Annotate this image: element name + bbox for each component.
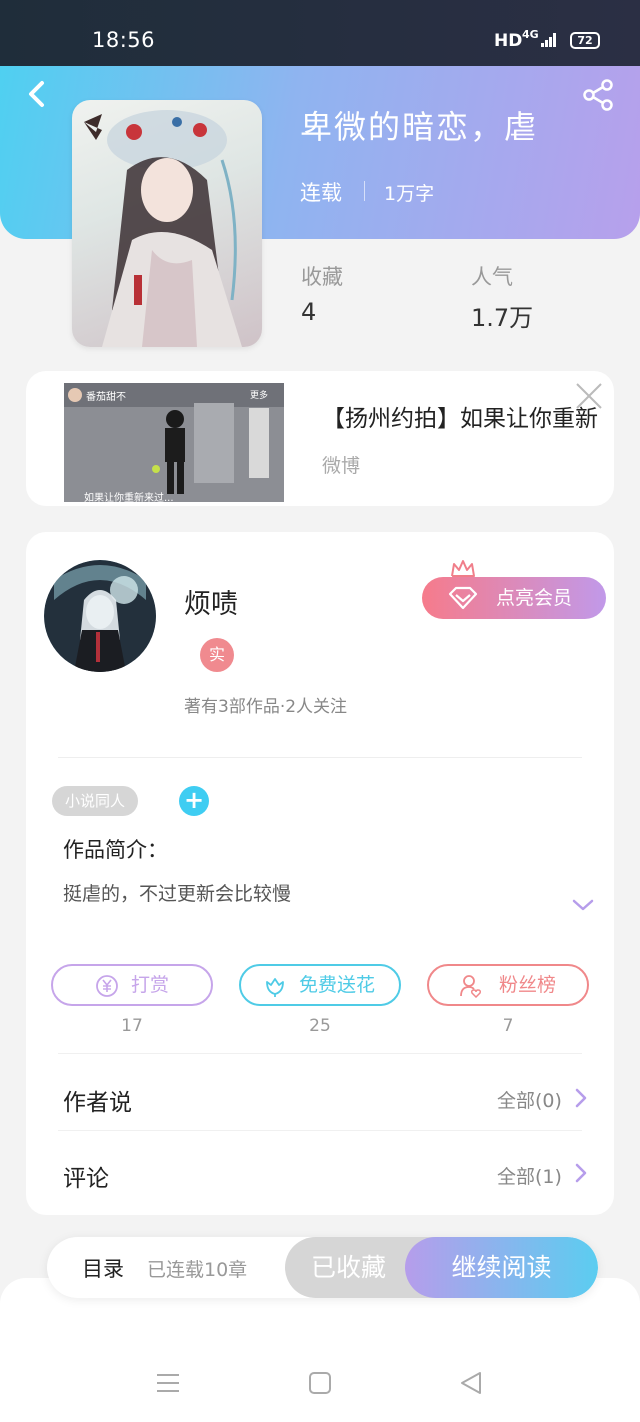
comments-all-link[interactable]: 全部(1)	[497, 1162, 562, 1189]
continue-reading-button[interactable]: 继续阅读	[405, 1237, 598, 1298]
yuan-icon	[96, 975, 118, 997]
share-button[interactable]	[580, 78, 616, 112]
tip-count: 17	[121, 1016, 143, 1036]
flower-count: 25	[309, 1016, 331, 1036]
intro-title: 作品简介：	[63, 838, 168, 862]
tip-button[interactable]: 打赏	[51, 964, 213, 1006]
vip-button-label: 点亮会员	[496, 587, 573, 609]
verified-badge: 实	[200, 638, 234, 672]
flower-icon	[266, 978, 284, 997]
chevron-right-icon[interactable]	[574, 1087, 588, 1109]
author-says-title: 作者说	[63, 1090, 132, 1116]
back-button[interactable]	[22, 78, 52, 110]
author-says-all-link[interactable]: 全部(0)	[497, 1086, 562, 1113]
ad-title: 【扬州约拍】如果让你重新	[322, 406, 598, 432]
favorites-value: 4	[301, 298, 317, 326]
ad-card[interactable]: 番茄甜不 更多 如果让你重新来过... 【扬州约拍】如果让你重新 微博	[26, 371, 614, 506]
author-name[interactable]: 烦啧	[184, 582, 238, 621]
chevron-right-icon[interactable]	[574, 1162, 588, 1184]
favorites-label: 收藏	[301, 265, 343, 289]
chevron-down-icon[interactable]	[572, 898, 594, 912]
battery-icon: 72	[570, 32, 600, 49]
send-flower-label: 免费送花	[299, 974, 376, 996]
tip-label: 打赏	[131, 974, 170, 996]
signal-icon	[541, 33, 556, 47]
category-tag[interactable]: 小说同人	[52, 786, 139, 816]
vip-button[interactable]: 点亮会员	[422, 577, 606, 619]
close-icon[interactable]	[574, 381, 604, 411]
ad-image-caption-top: 番茄甜不	[86, 392, 126, 403]
cover-illustration	[84, 110, 242, 347]
bottom-sheet	[0, 1278, 640, 1422]
menu-icon[interactable]	[154, 1370, 182, 1396]
status-divider	[364, 181, 365, 201]
word-count: 1万字	[384, 183, 435, 205]
intro-text: 挺虐的，不过更新会比较慢	[63, 883, 292, 905]
fan-ranking-label: 粉丝榜	[499, 974, 557, 996]
signal-type: 4G	[522, 28, 539, 41]
status-time: 18:56	[92, 28, 156, 52]
add-tag-button[interactable]: +	[179, 786, 209, 816]
ad-image-caption-bottom: 如果让你重新来过...	[84, 493, 174, 502]
divider	[58, 1130, 582, 1131]
send-flower-button[interactable]: 免费送花	[239, 964, 401, 1006]
crown-icon	[451, 560, 475, 577]
book-cover[interactable]	[72, 100, 262, 347]
status-bar: 18:56 HD 4G 72	[0, 0, 640, 66]
book-title: 卑微的暗恋，虐	[300, 108, 539, 146]
network-type: HD	[494, 31, 523, 51]
book-status: 连载	[300, 181, 342, 205]
ad-image-caption-more: 更多	[250, 391, 269, 401]
ad-image: 番茄甜不 更多 如果让你重新来过...	[64, 383, 284, 502]
comments-title: 评论	[63, 1166, 109, 1192]
fan-ranking-button[interactable]: 粉丝榜	[427, 964, 589, 1006]
toc-button[interactable]: 目录	[82, 1253, 124, 1283]
diamond-icon	[448, 586, 478, 610]
back-nav-icon[interactable]	[458, 1370, 486, 1396]
user-heart-icon	[460, 975, 481, 998]
divider	[58, 1053, 582, 1054]
author-meta: 著有3部作品·2人关注	[184, 697, 348, 717]
author-card: 烦啧 实 著有3部作品·2人关注 点亮会员 小说同人 + 作品简介： 挺虐的，不…	[26, 532, 614, 1215]
popularity-value: 1.7万	[471, 304, 534, 332]
fan-count: 7	[502, 1016, 514, 1036]
divider	[58, 757, 582, 758]
ad-source: 微博	[322, 455, 361, 477]
chapters-status: 已连载10章	[147, 1259, 248, 1281]
bottom-action-bar: 目录 已连载10章 已收藏 继续阅读	[47, 1237, 598, 1298]
popularity-label: 人气	[471, 265, 513, 289]
author-avatar[interactable]	[44, 560, 156, 672]
home-icon[interactable]	[306, 1370, 334, 1396]
